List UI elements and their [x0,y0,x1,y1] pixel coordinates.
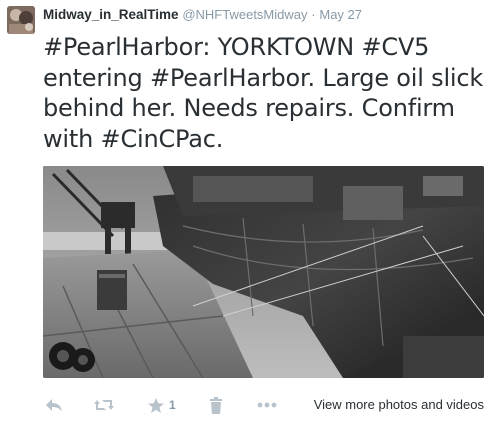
ship-in-drydock-photo [43,166,484,378]
retweet-icon [93,397,115,413]
tweet-text-line: entering #PearlHarbor. Large oil slick [43,63,484,92]
view-more-photos-link[interactable]: View more photos and videos [314,396,484,414]
timestamp[interactable]: May 27 [319,7,362,22]
reply-icon [45,397,63,413]
favorite-count: 1 [169,398,176,412]
delete-button[interactable] [209,394,223,416]
tweet-text-line: #PearlHarbor: YORKTOWN #CV5 [43,33,430,61]
tweet-card: Midway_in_RealTime @NHFTweetsMidway · Ma… [0,0,495,425]
star-icon [147,397,165,414]
fullname[interactable]: Midway_in_RealTime [43,7,179,22]
more-dots-icon [257,402,277,408]
trash-icon [209,396,223,414]
tweet-header: Midway_in_RealTime @NHFTweetsMidway · Ma… [43,6,362,24]
tweet-text-line: behind her. Needs repairs. Confirm [43,94,455,122]
tweet-text-line: with #CinCPac. [43,124,224,153]
tweet-photo[interactable] [43,166,484,378]
more-button[interactable] [257,394,277,416]
username[interactable]: @NHFTweetsMidway [182,7,307,22]
header-separator: · [311,7,316,22]
reply-button[interactable] [45,394,63,416]
tweet-actions: 1 View more photos and videos [43,394,488,416]
tweet-text: #PearlHarbor: YORKTOWN #CV5 entering #Pe… [43,32,488,154]
retweet-button[interactable] [93,394,115,416]
avatar[interactable] [7,6,35,34]
favorite-button[interactable]: 1 [147,394,176,416]
